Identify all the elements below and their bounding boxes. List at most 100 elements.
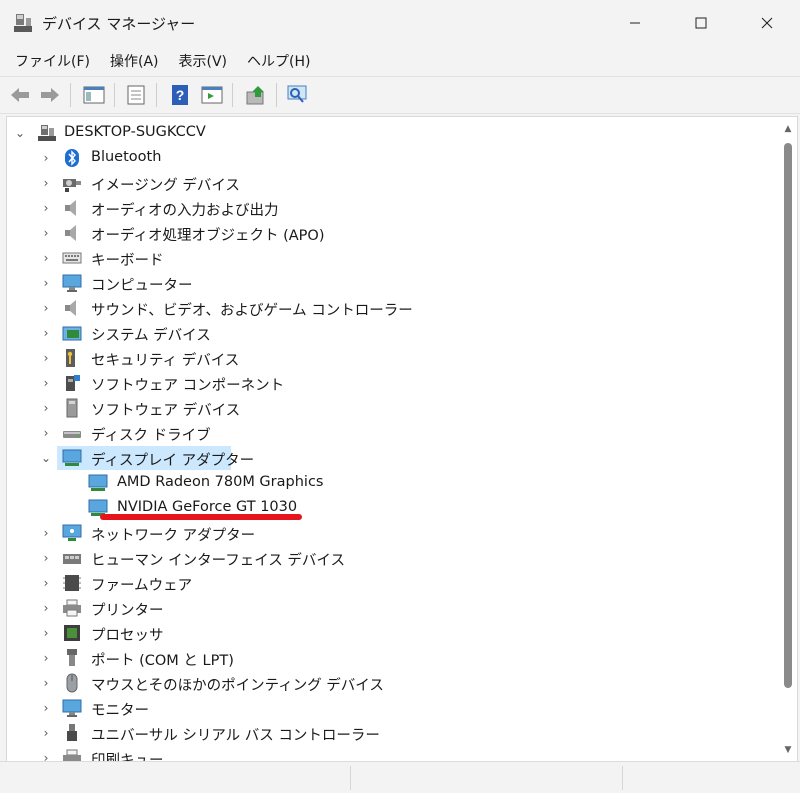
- vertical-scrollbar[interactable]: ▲ ▼: [780, 117, 796, 762]
- tree-category-row[interactable]: › モニター: [7, 696, 767, 721]
- tree-category-row[interactable]: › オーディオ処理オブジェクト (APO): [7, 221, 767, 246]
- tree-device-row[interactable]: AMD Radeon 780M Graphics: [7, 471, 767, 496]
- processor-icon: [64, 625, 80, 641]
- tree-root-label: DESKTOP-SUGKCCV: [64, 124, 206, 140]
- chevron-right-icon[interactable]: ›: [40, 276, 52, 290]
- chevron-right-icon[interactable]: ›: [40, 251, 52, 265]
- hid-icon: [63, 554, 81, 564]
- tree-category-label: Bluetooth: [91, 149, 162, 165]
- status-bar: [0, 761, 800, 793]
- chevron-right-icon[interactable]: ›: [40, 651, 52, 665]
- chevron-right-icon[interactable]: ›: [40, 701, 52, 715]
- tree-category-row[interactable]: › プリンター: [7, 596, 767, 621]
- chevron-right-icon[interactable]: ›: [40, 601, 52, 615]
- maximize-button[interactable]: [668, 0, 734, 46]
- menu-help[interactable]: ヘルプ(H): [238, 47, 319, 75]
- forward-icon: [41, 88, 59, 102]
- tree-category-label: キーボード: [91, 253, 164, 269]
- tree-category-row[interactable]: › Bluetooth: [7, 146, 767, 171]
- help-button[interactable]: ?: [168, 83, 192, 107]
- chevron-right-icon[interactable]: ›: [40, 151, 52, 165]
- close-button[interactable]: [734, 0, 800, 46]
- tree-category-row[interactable]: › ソフトウェア コンポーネント: [7, 371, 767, 396]
- chevron-right-icon[interactable]: ›: [40, 351, 52, 365]
- tree-category-row[interactable]: › ヒューマン インターフェイス デバイス: [7, 546, 767, 571]
- scroll-up-icon[interactable]: ▲: [783, 124, 793, 134]
- maximize-icon: [695, 17, 707, 29]
- tree-category-label: ディスク ドライブ: [91, 428, 211, 444]
- tree-category-row[interactable]: › ソフトウェア デバイス: [7, 396, 767, 421]
- tree-category-row[interactable]: › ユニバーサル シリアル バス コントローラー: [7, 721, 767, 746]
- chevron-right-icon[interactable]: ›: [40, 626, 52, 640]
- tree-category-row[interactable]: ⌄ ディスプレイ アダプター: [7, 446, 767, 471]
- tree-category-row[interactable]: › コンピューター: [7, 271, 767, 296]
- device-manager-window: デバイス マネージャー ファイル(F) 操作(A) 表示(V) ヘルプ(H) ?…: [0, 0, 800, 793]
- tree-category-row[interactable]: › ディスク ドライブ: [7, 421, 767, 446]
- scan-hardware-button[interactable]: [286, 83, 310, 107]
- chevron-right-icon[interactable]: ›: [40, 426, 52, 440]
- menu-file[interactable]: ファイル(F): [6, 47, 99, 75]
- show-hide-console-tree-button[interactable]: [82, 83, 106, 107]
- menu-action[interactable]: 操作(A): [101, 47, 168, 75]
- device-tree[interactable]: ⌄ DESKTOP-SUGKCCV › Bluetooth › イメージング デバイス…: [6, 116, 798, 763]
- scroll-down-icon[interactable]: ▼: [783, 745, 793, 755]
- toolbar: ?: [0, 76, 800, 114]
- chevron-right-icon[interactable]: ›: [40, 226, 52, 240]
- tree-category-row[interactable]: › ポート (COM と LPT): [7, 646, 767, 671]
- chevron-right-icon[interactable]: ›: [40, 176, 52, 190]
- back-button[interactable]: [8, 83, 32, 107]
- forward-button[interactable]: [38, 83, 62, 107]
- menu-view[interactable]: 表示(V): [170, 47, 237, 75]
- chevron-right-icon[interactable]: ›: [40, 676, 52, 690]
- tree-category-label: プリンター: [91, 603, 164, 619]
- chevron-right-icon[interactable]: ›: [40, 301, 52, 315]
- usb-icon: [67, 724, 77, 741]
- title-bar[interactable]: デバイス マネージャー: [0, 0, 800, 46]
- monitor-icon: [62, 274, 82, 292]
- security-key-icon: [66, 349, 75, 367]
- action-pane-icon: [201, 86, 223, 104]
- firmware-icon: [63, 575, 81, 591]
- tree-category-label: ポート (COM と LPT): [91, 653, 234, 669]
- tree-category-row[interactable]: › ネットワーク アダプター: [7, 521, 767, 546]
- tree-category-label: ユニバーサル シリアル バス コントローラー: [91, 728, 380, 744]
- tree-category-label: ネットワーク アダプター: [91, 528, 256, 544]
- tree-category-row[interactable]: › プロセッサ: [7, 621, 767, 646]
- tree-category-label: ソフトウェア デバイス: [91, 403, 241, 419]
- tree-category-row[interactable]: › サウンド、ビデオ、およびゲーム コントローラー: [7, 296, 767, 321]
- tree-root-row[interactable]: ⌄ DESKTOP-SUGKCCV: [7, 121, 767, 146]
- tree-category-row[interactable]: › キーボード: [7, 246, 767, 271]
- chevron-right-icon[interactable]: ›: [40, 576, 52, 590]
- tree-device-label: AMD Radeon 780M Graphics: [117, 474, 324, 490]
- minimize-button[interactable]: [602, 0, 668, 46]
- tree-device-label: NVIDIA GeForce GT 1030: [117, 499, 298, 515]
- close-icon: [761, 17, 773, 29]
- update-driver-button[interactable]: [244, 83, 268, 107]
- action-pane-button[interactable]: [200, 83, 224, 107]
- chevron-right-icon[interactable]: ›: [40, 401, 52, 415]
- tree-category-row[interactable]: › オーディオの入力および出力: [7, 196, 767, 221]
- tree-category-label: ヒューマン インターフェイス デバイス: [91, 553, 345, 569]
- mouse-icon: [66, 673, 78, 693]
- tree-category-label: システム デバイス: [91, 328, 211, 344]
- tree-category-row[interactable]: › セキュリティ デバイス: [7, 346, 767, 371]
- chevron-right-icon[interactable]: ›: [40, 376, 52, 390]
- tree-category-row[interactable]: › ファームウェア: [7, 571, 767, 596]
- chevron-right-icon[interactable]: ›: [40, 326, 52, 340]
- chevron-right-icon[interactable]: ›: [40, 526, 52, 540]
- chevron-down-icon[interactable]: ⌄: [14, 126, 26, 140]
- speaker-icon: [65, 200, 76, 216]
- tree-category-label: ディスプレイ アダプター: [91, 453, 255, 469]
- show-hide-console-tree-icon: [83, 86, 105, 104]
- properties-button[interactable]: [124, 83, 148, 107]
- minimize-icon: [630, 22, 640, 24]
- chevron-right-icon[interactable]: ›: [40, 551, 52, 565]
- tree-category-label: ソフトウェア コンポーネント: [91, 378, 285, 394]
- chevron-right-icon[interactable]: ›: [40, 726, 52, 740]
- tree-category-row[interactable]: › マウスとそのほかのポインティング デバイス: [7, 671, 767, 696]
- tree-category-row[interactable]: › システム デバイス: [7, 321, 767, 346]
- chevron-right-icon[interactable]: ›: [40, 201, 52, 215]
- tree-category-row[interactable]: › イメージング デバイス: [7, 171, 767, 196]
- chevron-down-icon[interactable]: ⌄: [40, 451, 52, 465]
- scroll-thumb[interactable]: [784, 143, 792, 688]
